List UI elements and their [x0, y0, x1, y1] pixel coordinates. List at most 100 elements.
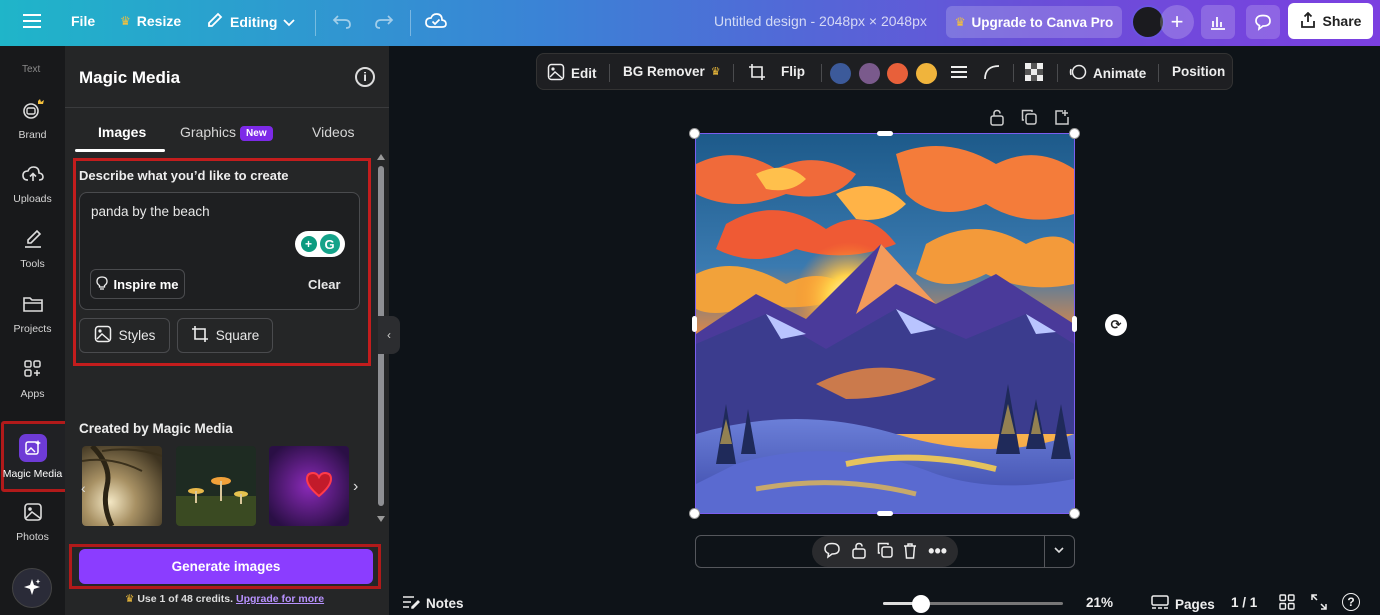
generated-thumbnail[interactable] [82, 446, 162, 526]
rail-item-magic-media[interactable]: Magic Media [0, 434, 65, 480]
border-style-icon[interactable] [950, 65, 968, 79]
resize-handle[interactable] [689, 128, 700, 139]
insights-chart-icon[interactable] [1201, 5, 1235, 39]
rail-label: Photos [16, 531, 49, 543]
zoom-slider-knob[interactable] [912, 595, 930, 613]
crown-icon: ♛ [954, 15, 966, 29]
inspire-me-button[interactable]: Inspire me [90, 269, 185, 299]
grid-view-icon[interactable] [1279, 594, 1295, 610]
clear-button[interactable]: Clear [308, 277, 341, 292]
magic-ai-sparkle-button[interactable] [12, 568, 52, 608]
add-collaborator-plus-icon[interactable]: + [1160, 5, 1194, 39]
lightbulb-icon [96, 275, 109, 293]
resize-handle[interactable] [1069, 128, 1080, 139]
animate-button[interactable]: Animate [1069, 63, 1146, 84]
pages-label: Pages [1175, 597, 1215, 612]
chevron-down-icon[interactable] [1053, 544, 1065, 559]
tab-videos[interactable]: Videos [312, 124, 355, 140]
bottom-bar: Notes 21% Pages 1 / 1 ? [389, 588, 1380, 615]
collapse-panel-button[interactable]: ‹ [378, 316, 400, 354]
transparency-icon[interactable] [1025, 63, 1043, 81]
resize-handle[interactable] [877, 131, 893, 136]
divider [315, 10, 316, 36]
fullscreen-icon[interactable] [1311, 594, 1327, 610]
notes-button[interactable]: Notes [402, 595, 464, 612]
duplicate-icon[interactable] [877, 542, 893, 562]
bg-remover-button[interactable]: BG Remover ♛ [623, 64, 721, 79]
menu-icon[interactable] [22, 12, 42, 30]
undo-icon[interactable] [332, 12, 352, 30]
design-title[interactable]: Untitled design - 2048px × 2048px [714, 13, 927, 29]
lock-icon[interactable] [851, 542, 867, 562]
aspect-ratio-button[interactable]: Square [177, 318, 273, 353]
rail-text-label[interactable]: Text [22, 64, 40, 75]
help-icon[interactable]: ? [1342, 593, 1360, 611]
prompt-textarea[interactable]: panda by the beach + G Inspire me Clear [79, 192, 360, 310]
upgrade-pro-button[interactable]: ♛ Upgrade to Canva Pro [946, 6, 1122, 38]
rotate-icon[interactable]: ⟳ [1105, 314, 1127, 336]
tab-graphics[interactable]: Graphics New [180, 124, 273, 141]
scroll-up-arrow-icon[interactable] [377, 154, 385, 160]
color-swatch[interactable] [887, 63, 908, 84]
element-mini-toolbar: ••• [812, 536, 958, 567]
canvas-image[interactable] [695, 133, 1075, 514]
duplicate-icon[interactable] [1021, 109, 1037, 129]
styles-label: Styles [118, 328, 156, 343]
scroll-down-arrow-icon[interactable] [377, 516, 385, 522]
styles-button[interactable]: Styles [79, 318, 170, 353]
sparkle-icon [22, 577, 42, 600]
trash-icon[interactable] [902, 542, 918, 562]
rail-label: Apps [20, 388, 45, 400]
generate-images-button[interactable]: Generate images [79, 549, 373, 584]
grammarly-widget[interactable]: + G [295, 231, 345, 257]
resize-handle[interactable] [1069, 508, 1080, 519]
rail-item-tools[interactable]: Tools [0, 229, 65, 270]
color-swatch[interactable] [916, 63, 937, 84]
resize-handle[interactable] [1072, 316, 1077, 332]
crown-icon: ♛ [125, 593, 135, 605]
corner-rounding-icon[interactable] [983, 64, 1001, 80]
crop-button[interactable] [748, 63, 766, 84]
carousel-next-icon[interactable]: › [353, 478, 358, 496]
divider [1057, 64, 1058, 82]
generated-landscape-image[interactable] [696, 134, 1074, 513]
carousel-prev-icon[interactable]: ‹ [81, 480, 86, 496]
comment-add-icon[interactable] [823, 541, 841, 562]
zoom-slider[interactable] [883, 595, 1063, 613]
file-menu[interactable]: File [71, 13, 95, 29]
resize-button[interactable]: ♛ Resize [120, 13, 181, 29]
add-page-icon[interactable] [1054, 109, 1070, 129]
upgrade-link[interactable]: Upgrade for more [236, 593, 324, 605]
lock-icon[interactable] [989, 109, 1005, 129]
share-button[interactable]: Share [1288, 3, 1373, 39]
animate-icon [1069, 63, 1087, 84]
color-swatch[interactable] [859, 63, 880, 84]
editing-label: Editing [230, 13, 278, 30]
editing-mode-dropdown[interactable]: Editing [206, 11, 296, 32]
rail-item-uploads[interactable]: Uploads [0, 164, 65, 205]
more-options-icon[interactable]: ••• [928, 541, 947, 562]
rail-item-apps[interactable]: Apps [0, 359, 65, 400]
resize-handle[interactable] [877, 511, 893, 516]
color-swatch[interactable] [830, 63, 851, 84]
upgrade-label: Upgrade to Canva Pro [971, 14, 1114, 30]
generated-thumbnail[interactable] [176, 446, 256, 526]
rail-item-photos[interactable]: Photos [0, 502, 65, 543]
generated-thumbnail[interactable] [269, 446, 349, 526]
flip-button[interactable]: Flip [781, 64, 805, 79]
edit-image-button[interactable]: Edit [547, 63, 597, 84]
redo-icon[interactable] [374, 12, 394, 30]
pages-button[interactable]: Pages [1151, 595, 1215, 614]
info-icon[interactable]: i [355, 67, 375, 87]
tab-images[interactable]: Images [98, 124, 146, 140]
divider [65, 107, 389, 108]
rail-item-projects[interactable]: Projects [0, 294, 65, 335]
zoom-percentage[interactable]: 21% [1086, 595, 1113, 610]
comment-icon[interactable] [1246, 5, 1280, 39]
resize-handle[interactable] [692, 316, 697, 332]
position-button[interactable]: Position [1172, 64, 1225, 79]
resize-handle[interactable] [689, 508, 700, 519]
cloud-saved-icon[interactable] [425, 12, 447, 30]
rail-item-brand[interactable]: Brand [0, 98, 65, 141]
prompt-text[interactable]: panda by the beach [91, 204, 210, 219]
